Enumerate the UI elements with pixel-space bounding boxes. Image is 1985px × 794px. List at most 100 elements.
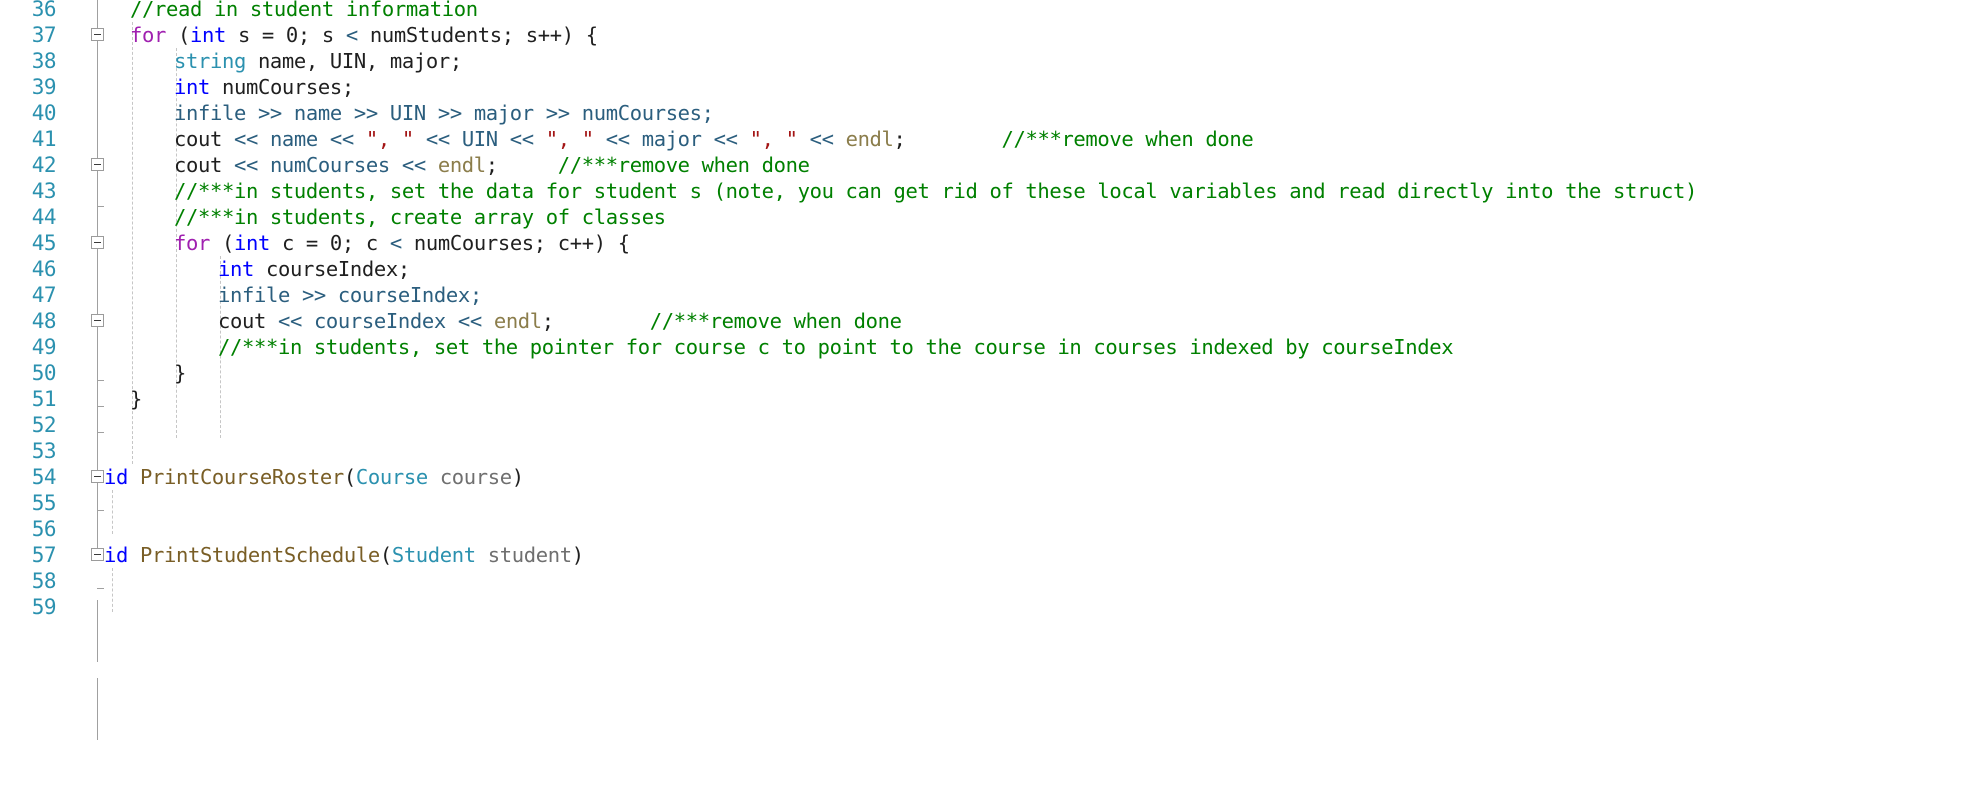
code-token: //***in students, set the data for stude…: [174, 179, 1697, 203]
code-token: courseIndex;: [337, 283, 482, 307]
code-token: int: [189, 23, 226, 47]
code-token: infile: [218, 283, 290, 307]
code-token: <<: [221, 127, 270, 151]
code-line[interactable]: //***in students, set the data for stude…: [174, 178, 1697, 204]
code-token: >>: [533, 101, 582, 125]
code-token: UIN: [389, 101, 426, 125]
code-line[interactable]: }: [174, 360, 186, 386]
code-token: cout: [218, 309, 266, 333]
code-token: <<: [797, 127, 846, 151]
code-line[interactable]: //read in student information: [130, 0, 478, 22]
code-token: name: [293, 101, 342, 125]
code-token: ;: [485, 153, 498, 177]
code-token: 0: [285, 23, 298, 47]
code-token: endl: [437, 153, 486, 177]
code-token: ", ": [545, 127, 594, 151]
code-token: int: [218, 257, 254, 281]
code-token: <<: [389, 153, 438, 177]
code-token: ): [571, 543, 584, 567]
code-line[interactable]: id PrintCourseRoster(Course course): [104, 464, 524, 490]
code-token: }: [130, 387, 142, 411]
code-token: major: [473, 101, 534, 125]
code-token: endl: [845, 127, 894, 151]
code-line[interactable]: infile >> courseIndex;: [218, 282, 482, 308]
code-token: ): [511, 465, 524, 489]
code-line[interactable]: int courseIndex;: [218, 256, 410, 282]
code-token: <<: [221, 153, 270, 177]
code-token: <<: [593, 127, 642, 151]
code-token: int: [233, 231, 270, 255]
code-line[interactable]: }: [130, 386, 142, 412]
code-token: numCourses: [269, 153, 390, 177]
code-token: ", ": [749, 127, 798, 151]
code-token: UIN: [461, 127, 498, 151]
code-token: name, UIN, major;: [245, 49, 462, 73]
code-token: student: [487, 543, 572, 567]
code-line[interactable]: id PrintStudentSchedule(Student student): [104, 542, 584, 568]
code-token: name: [269, 127, 318, 151]
code-token: infile: [174, 101, 246, 125]
code-token: >>: [245, 101, 294, 125]
code-token: }: [174, 361, 186, 385]
code-token: cout: [174, 153, 222, 177]
code-token: //***in students, set the pointer for co…: [218, 335, 1454, 359]
code-token: <<: [701, 127, 750, 151]
code-token: string: [174, 49, 246, 73]
code-token: <<: [445, 309, 494, 333]
code-token: cout: [174, 127, 222, 151]
code-token: numCourses; c++) {: [401, 231, 630, 255]
code-token: courseIndex: [313, 309, 446, 333]
code-line[interactable]: cout << numCourses << endl; //***remove …: [174, 152, 810, 178]
code-line[interactable]: cout << name << ", " << UIN << ", " << m…: [174, 126, 1254, 152]
code-line[interactable]: infile >> name >> UIN >> major >> numCou…: [174, 100, 714, 126]
code-token: numStudents; s++) {: [357, 23, 598, 47]
code-token: ; s: [297, 23, 346, 47]
code-token: Course: [355, 465, 428, 489]
code-token: ; c: [341, 231, 390, 255]
code-token: id: [104, 465, 128, 489]
code-editor[interactable]: 36 37 38 39 40 41 42 43 44 45 46 47 48 49 50 51 52 53 54 55…: [0, 0, 1985, 794]
code-line[interactable]: int numCourses;: [174, 74, 354, 100]
code-line[interactable]: cout << courseIndex << endl; //***remove…: [218, 308, 902, 334]
code-line[interactable]: for (int c = 0; c < numCourses; c++) {: [174, 230, 630, 256]
code-token: <: [345, 23, 358, 47]
code-token: endl: [493, 309, 542, 333]
code-token: PrintStudentSchedule: [139, 543, 380, 567]
code-token: numCourses;: [209, 75, 354, 99]
code-token: id: [104, 543, 128, 567]
code-token: //read in student information: [130, 0, 478, 21]
code-text-surface[interactable]: //read in student information for (int s …: [0, 0, 1985, 794]
code-token: (: [379, 543, 392, 567]
code-token: <: [389, 231, 402, 255]
code-token: courseIndex;: [253, 257, 410, 281]
code-token: //***remove when done: [1001, 127, 1254, 151]
code-token: ", ": [365, 127, 414, 151]
code-token: //***in students, create array of classe…: [174, 205, 666, 229]
code-token: PrintCourseRoster: [139, 465, 344, 489]
code-token: numCourses;: [581, 101, 714, 125]
code-line[interactable]: //***in students, set the pointer for co…: [218, 334, 1454, 360]
code-token: course: [439, 465, 512, 489]
code-token: Student: [391, 543, 476, 567]
code-line[interactable]: string name, UIN, major;: [174, 48, 462, 74]
code-token: c =: [269, 231, 330, 255]
code-token: (: [209, 231, 234, 255]
code-token: >>: [425, 101, 474, 125]
code-token: 0: [329, 231, 342, 255]
code-token: (: [343, 465, 356, 489]
code-line[interactable]: for (int s = 0; s < numStudents; s++) {: [130, 22, 598, 48]
code-line[interactable]: //***in students, create array of classe…: [174, 204, 666, 230]
code-token: ;: [541, 309, 554, 333]
code-token: <<: [317, 127, 366, 151]
code-token: s =: [225, 23, 286, 47]
code-token: ;: [893, 127, 906, 151]
code-token: for: [174, 231, 210, 255]
code-token: //***remove when done: [557, 153, 810, 177]
code-token: int: [174, 75, 210, 99]
code-token: <<: [497, 127, 546, 151]
